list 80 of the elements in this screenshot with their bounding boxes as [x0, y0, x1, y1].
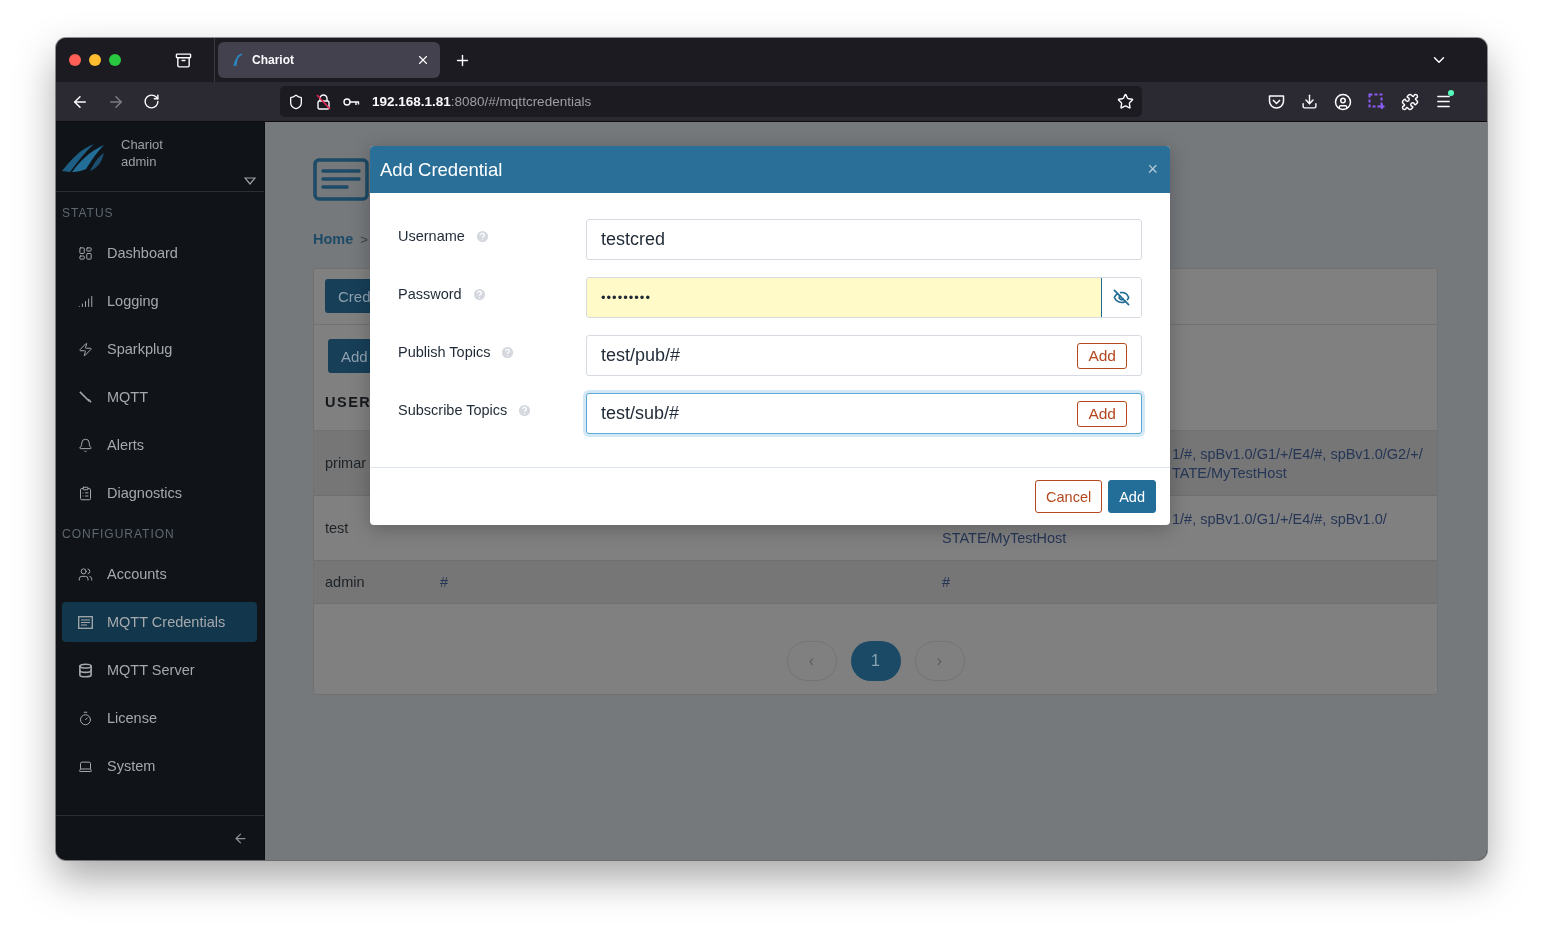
laptop-icon: [78, 758, 93, 774]
table-cell-text: 1/#, spBv1.0/G1/+/E4/#, spBv1.0/: [1172, 510, 1388, 527]
account-icon[interactable]: [1334, 92, 1352, 111]
toggle-visibility-button[interactable]: [1101, 278, 1141, 317]
insecure-lock-icon[interactable]: [316, 93, 331, 110]
menu-icon[interactable]: [1435, 93, 1452, 110]
reload-icon[interactable]: [143, 93, 160, 110]
table-cell-text: primar: [324, 455, 368, 471]
table-cell-text: #: [440, 574, 450, 590]
url-text: 192.168.1.81:8080/#/mqttcredentials: [372, 94, 593, 109]
zoom-window-button[interactable]: [109, 54, 121, 66]
breadcrumb-separator: >: [360, 231, 368, 247]
sidebar-item[interactable]: Diagnostics: [62, 473, 257, 513]
sidebar-item[interactable]: MQTT Credentials: [62, 602, 257, 642]
sidebar-item[interactable]: Dashboard: [62, 233, 257, 273]
input-group[interactable]: test/sub/# Add: [586, 393, 1142, 434]
bar-chart-icon: [78, 293, 93, 309]
table-cell-text: admin: [324, 574, 366, 590]
eye-slash-icon: [1113, 289, 1130, 306]
add-button[interactable]: Add: [1108, 480, 1156, 513]
cancel-button[interactable]: Cancel: [1035, 480, 1103, 513]
field-label: Password: [398, 286, 462, 302]
sidebar-item[interactable]: System: [62, 746, 257, 786]
field-label: Username: [398, 228, 465, 244]
shield-icon[interactable]: [288, 93, 304, 110]
bookmark-star-icon[interactable]: [1117, 93, 1134, 110]
sidebar-item[interactable]: MQTT Server: [62, 650, 257, 690]
download-icon[interactable]: [1301, 93, 1318, 110]
table-cell-text: TATE/MyTestHost: [1172, 464, 1288, 481]
table-cell-text: 1/#, spBv1.0/G1/+/E4/#, spBv1.0/G2/+/: [1172, 445, 1424, 462]
sidebar-item[interactable]: Alerts: [62, 425, 257, 465]
close-tab-icon[interactable]: [416, 53, 430, 67]
add-button[interactable]: Add: [328, 339, 372, 373]
column-heading: USER: [325, 393, 372, 410]
input-field[interactable]: testcred: [586, 219, 1142, 260]
tab-button[interactable]: Cred: [325, 279, 372, 313]
database-icon: [78, 662, 93, 678]
page-icon: [313, 158, 369, 201]
field-label: Subscribe Topics: [398, 402, 508, 418]
lightning-icon: [78, 341, 93, 357]
input-field[interactable]: test/pub/#: [587, 336, 1078, 375]
tab-favicon-icon: [232, 53, 244, 67]
input-group[interactable]: test/pub/# Add: [586, 335, 1142, 376]
page-button[interactable]: 1: [850, 641, 901, 681]
dialog-title: Add Credential: [380, 158, 504, 181]
sidebar-item[interactable]: Accounts: [62, 554, 257, 594]
table-cell-text: test: [324, 520, 350, 536]
add-topic-button[interactable]: Add: [1077, 342, 1127, 369]
input-field[interactable]: test/sub/#: [587, 394, 1078, 433]
pocket-icon[interactable]: [1268, 93, 1285, 110]
close-window-button[interactable]: [69, 54, 81, 66]
dropdown-caret-icon[interactable]: [244, 177, 256, 185]
wand-icon: [78, 389, 93, 405]
tab-overview-icon[interactable]: [175, 51, 192, 69]
sidebar-item[interactable]: License: [62, 698, 257, 738]
address-bar[interactable]: 192.168.1.81:8080/#/mqttcredentials: [280, 86, 1142, 117]
sidebar-item[interactable]: Sparkplug: [62, 329, 257, 369]
field-label: Publish Topics: [398, 344, 491, 360]
users-icon: [78, 566, 93, 582]
clipboard-icon: [78, 485, 93, 501]
screenshot-icon[interactable]: [1368, 93, 1385, 110]
bell-icon: [78, 437, 93, 453]
table-cell-text: STATE/MyTestHost: [942, 529, 1068, 546]
sidebar-item[interactable]: Logging: [62, 281, 257, 321]
key-icon[interactable]: [343, 96, 360, 107]
table-cell-text: #: [942, 574, 952, 590]
minimize-window-button[interactable]: [89, 54, 101, 66]
app-name: Chariot: [121, 136, 163, 152]
dashboard-icon: [78, 245, 93, 261]
collapse-sidebar-icon[interactable]: [233, 830, 248, 846]
browser-tab[interactable]: Chariot: [218, 42, 440, 78]
list-card-icon: [78, 615, 93, 629]
add-topic-button[interactable]: Add: [1077, 400, 1127, 427]
user-name: admin: [121, 153, 158, 169]
sidebar-item[interactable]: MQTT: [62, 377, 257, 417]
tab-title: Chariot: [252, 53, 295, 67]
section-label: STATUS: [61, 204, 115, 222]
section-label: CONFIGURATION: [61, 525, 176, 543]
stopwatch-icon: [78, 710, 93, 726]
extensions-icon[interactable]: [1401, 92, 1419, 111]
